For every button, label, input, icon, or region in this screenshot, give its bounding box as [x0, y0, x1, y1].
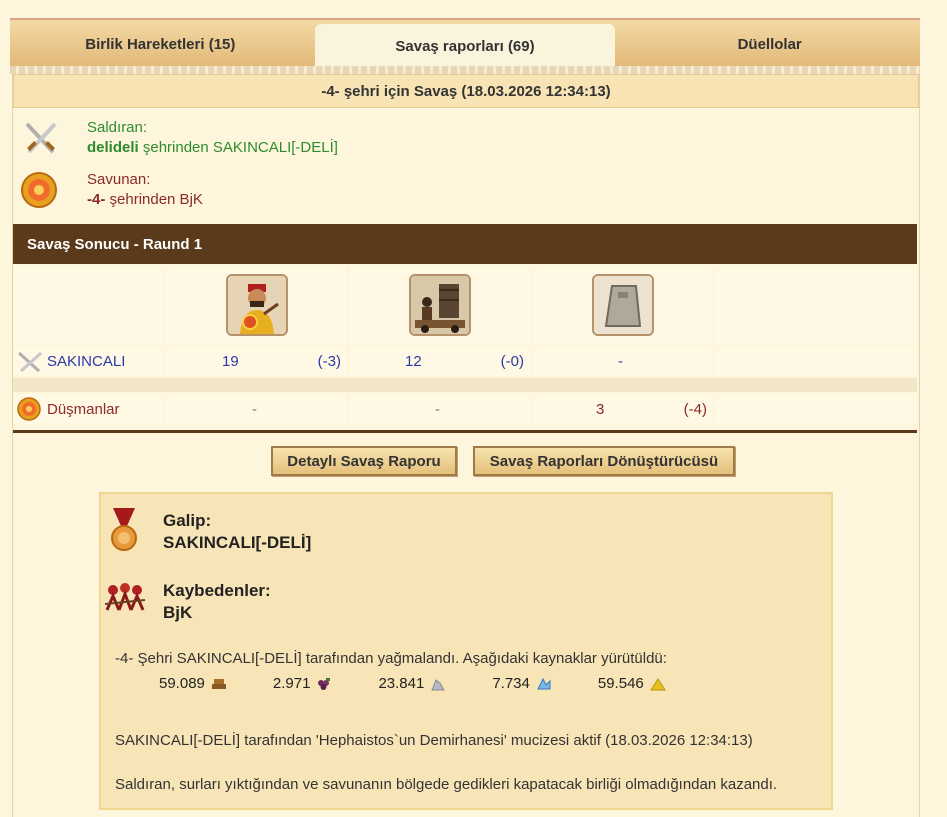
tab-duels[interactable]: Düellolar	[619, 20, 920, 68]
winner-name: SAKINCALI[-DELİ]	[163, 533, 312, 552]
attacker-player-text[interactable]: şehrinden SAKINCALI[-DELİ]	[139, 139, 338, 156]
medal-icon	[111, 508, 137, 551]
table-row: Düşmanlar - - 3 (-4)	[13, 394, 917, 424]
row-spacer	[13, 378, 917, 392]
battle-title: -4- şehri için Savaş (18.03.2026 12:34:1…	[13, 74, 919, 108]
resource-wine: 2.971	[273, 675, 333, 692]
defender-info: Savunan: -4- şehrinden BjK	[21, 170, 203, 210]
winner-label: Galip:	[163, 511, 212, 530]
unit-count: 12	[405, 352, 422, 370]
round-title: Savaş Sonucu - Raund 1	[13, 224, 917, 264]
plunder-text: -4- Şehri SAKINCALI[-DELİ] tarafından ya…	[115, 650, 667, 667]
unit-loss: (-3)	[317, 352, 341, 370]
unit-loss: (-4)	[683, 400, 707, 418]
wonder-text: SAKINCALI[-DELİ] tarafından 'Hephaistos`…	[115, 732, 753, 749]
losers-label: Kaybedenler:	[163, 581, 271, 600]
tab-divider	[10, 66, 920, 74]
unit-header-row	[13, 266, 917, 344]
catapult-unit-icon[interactable]	[408, 274, 471, 336]
tab-troop-movements[interactable]: Birlik Hareketleri (15)	[10, 20, 311, 68]
resource-sulfur: 59.546	[598, 675, 666, 692]
unit-count: 3	[596, 400, 605, 418]
resource-value: 7.734	[492, 675, 530, 692]
shield-icon	[17, 397, 41, 421]
wall-unit-icon[interactable]	[591, 274, 654, 336]
unit-count: -	[252, 400, 257, 418]
resource-value: 2.971	[272, 675, 311, 692]
resource-value: 59.546	[597, 675, 644, 692]
defender-row-name: Düşmanlar	[47, 400, 120, 418]
unit-loss: (-0)	[500, 352, 524, 370]
losers-name: BjK	[163, 603, 193, 622]
wine-icon	[318, 677, 331, 690]
resource-value: 23.841	[378, 675, 425, 692]
unit-count: -	[618, 352, 623, 370]
unit-count: -	[435, 400, 440, 418]
crossed-swords-icon	[25, 122, 57, 154]
crossed-swords-icon	[17, 351, 43, 373]
battle-report-page: Birlik Hareketleri (15) Savaş raporları …	[10, 18, 920, 817]
crystal-icon	[537, 677, 551, 689]
defender-player-text[interactable]: şehrinden BjK	[105, 191, 203, 208]
divider	[13, 430, 917, 433]
report-content: -4- şehri için Savaş (18.03.2026 12:34:1…	[12, 74, 920, 817]
sulfur-icon	[649, 677, 666, 690]
defeated-units-icon	[104, 583, 146, 611]
attacker-row-name[interactable]: SAKINCALI	[47, 346, 125, 376]
defender-role-label: Savunan:	[87, 171, 151, 188]
attacker-city-link[interactable]: delideli	[87, 139, 139, 156]
attacker-info: Saldıran: delideli şehrinden SAKINCALI[-…	[21, 118, 338, 158]
report-converter-button[interactable]: Savaş Raporları Dönüştürücüsü	[473, 446, 735, 476]
defender-city-link[interactable]: -4-	[87, 191, 105, 208]
slinger-unit-icon[interactable]	[225, 274, 288, 336]
table-row: SAKINCALI 19 (-3) 12 (-0) -	[13, 346, 917, 376]
plunder-resources: 59.089 2.971 23.841 7.734 59.546	[159, 675, 712, 692]
reason-text: Saldıran, surları yıktığından ve savunan…	[115, 776, 778, 793]
resource-wood: 59.089	[159, 675, 227, 692]
unit-count: 19	[222, 352, 239, 370]
resource-marble: 23.841	[378, 675, 446, 692]
marble-icon	[431, 678, 446, 690]
attacker-role-label: Saldıran:	[87, 119, 148, 136]
tab-bar: Birlik Hareketleri (15) Savaş raporları …	[10, 18, 920, 68]
tab-battle-reports[interactable]: Savaş raporları (69)	[314, 24, 616, 68]
result-panel: Galip: SAKINCALI[-DELİ] Kaybedenler: BjK…	[99, 492, 833, 810]
resource-value: 59.089	[159, 675, 205, 692]
wood-icon	[211, 678, 226, 689]
shield-icon	[21, 172, 57, 208]
resource-crystal: 7.734	[492, 675, 552, 692]
detailed-report-button[interactable]: Detaylı Savaş Raporu	[271, 446, 457, 476]
